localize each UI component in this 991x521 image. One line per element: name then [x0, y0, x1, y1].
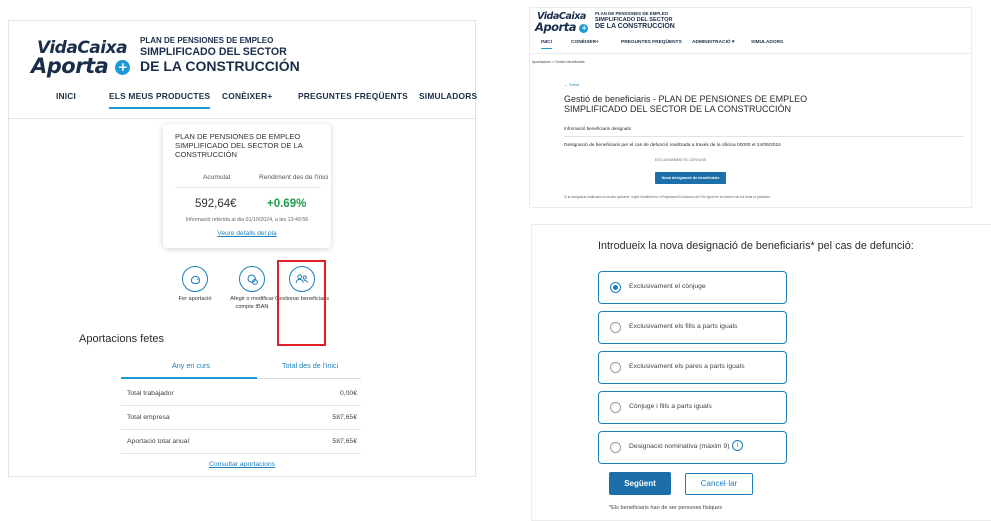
table-row: Total empresa 587,65€: [121, 408, 361, 430]
option-children-equal[interactable]: Exclusivament els fills a parts iguals: [598, 311, 787, 344]
table-row: Aportació total anual 587,65€: [121, 432, 361, 454]
option-spouse-only[interactable]: Exclusivament el cònjuge: [598, 271, 787, 304]
tab-divider: [257, 378, 361, 379]
accumulated-label: Acumulat: [203, 174, 231, 181]
row-value: 0,00€: [339, 390, 357, 397]
row-label: Total trabajador: [127, 390, 174, 397]
option-label: Exclusivament el cònjuge: [629, 283, 706, 290]
radio[interactable]: [610, 322, 621, 333]
option-label: Designació nominativa (màxim 9): [629, 443, 730, 450]
piggy-bank-icon: [182, 266, 208, 292]
form-title: Introdueix la nova designació de benefic…: [598, 240, 914, 252]
option-parents-equal[interactable]: Exclusivament els pares a parts iguals: [598, 351, 787, 384]
yield-value: +0.69%: [267, 198, 307, 210]
card-divider: [175, 187, 321, 188]
aporta-logo-text: Aporta +: [31, 54, 131, 78]
contributions-title: Aportacions fetes: [79, 333, 164, 345]
new-designation-button[interactable]: Nova designació de beneficiaris: [655, 172, 726, 184]
nav-coneixer[interactable]: CONÈIXER+: [571, 40, 599, 45]
option-spouse-children-equal[interactable]: Cònjuge i fills a parts iguals: [598, 391, 787, 424]
nav-inici[interactable]: INICI: [541, 40, 552, 49]
product-card-title: PLAN DE PENSIONES DE EMPLEO SIMPLIFICADO…: [175, 132, 303, 160]
cancel-button[interactable]: Cancel·lar: [685, 473, 753, 495]
option-nominative[interactable]: Designació nominativa (màxim 9) i: [598, 431, 787, 464]
bank-account-icon: [239, 266, 265, 292]
row-value: 587,65€: [332, 414, 357, 421]
beneficiaries-management-panel: VidaCaixa Aporta + PLAN DE PENSIONES DE …: [529, 7, 972, 208]
breadcrumb[interactable]: Aportacions > Gestió beneficiaris: [532, 60, 585, 64]
plan-title-line-1: PLAN DE PENSIONES DE EMPLEO: [140, 36, 274, 45]
nav-administracio[interactable]: ADMINISTRACIÓ ▾: [692, 40, 734, 45]
make-contribution-button[interactable]: Fer aportació: [165, 266, 225, 304]
consult-contributions-link[interactable]: Consultar aportacions: [9, 461, 475, 468]
option-label: Exclusivament els pares a parts iguals: [629, 363, 745, 370]
page-title: Gestió de beneficiaris - PLAN DE PENSION…: [564, 94, 808, 115]
accumulated-amount: 592,64€: [195, 198, 237, 210]
plan-title: PLAN DE PENSIONES DE EMPLEO SIMPLIFICADO…: [140, 36, 300, 74]
row-label: Aportació total anual: [127, 438, 189, 445]
nav-preguntes-frequents[interactable]: PREGUNTES FREQÜENTS: [621, 40, 682, 45]
nav-divider: [530, 53, 971, 54]
row-label: Total empresa: [127, 414, 170, 421]
plus-logo-icon: +: [115, 60, 131, 75]
active-tab-indicator: [121, 377, 257, 379]
info-icon[interactable]: i: [732, 440, 743, 451]
back-link[interactable]: ← Tornar: [564, 83, 580, 87]
new-designation-panel: Introdueix la nova designació de benefic…: [531, 224, 991, 521]
nav-divider: [9, 118, 475, 119]
designation-description: Designació de beneficiaris per el cas de…: [564, 143, 781, 148]
radio[interactable]: [610, 362, 621, 373]
row-value: 587,65€: [332, 438, 357, 445]
section-divider: [564, 136, 964, 137]
plan-title-small-line-3: DE LA CONSTRUCCIÓN: [595, 23, 675, 31]
next-button[interactable]: Següent: [609, 472, 671, 495]
table-row: Total trabajador 0,00€: [121, 384, 361, 406]
radio[interactable]: [610, 442, 621, 453]
view-plan-details-link[interactable]: Veure detalls del pla: [163, 230, 331, 237]
plus-logo-icon: +: [579, 24, 589, 33]
radio[interactable]: [610, 402, 621, 413]
designated-info-heading: Informació beneficiaris designats: [564, 126, 631, 131]
aporta-logo-word-small: Aporta: [535, 20, 576, 34]
current-designation-value: EXCLUSIVAMENT EL CÒNYUGE: [655, 158, 707, 162]
plan-title-line-3: DE LA CONSTRUCCIÓN: [140, 57, 300, 74]
footnote: *Els beneficiaris han de ser persones fí…: [609, 505, 723, 511]
tab-current-year[interactable]: Any en curs: [172, 361, 210, 370]
yield-label: Rendiment des de l'inici: [259, 174, 329, 181]
aporta-logo-text-small: Aporta +: [535, 20, 589, 34]
nav-els-meus-productes[interactable]: ELS MEUS PRODUCTES: [109, 91, 211, 109]
option-label: Exclusivament els fills a parts iguals: [629, 323, 738, 330]
nav-inici[interactable]: INICI: [56, 91, 76, 101]
highlight-box: [277, 260, 326, 346]
tab-total-since-start[interactable]: Total des de l'inici: [282, 361, 338, 370]
main-nav: INICI ELS MEUS PRODUCTES CONÈIXER+ PREGU…: [9, 87, 477, 121]
radio-selected[interactable]: [610, 282, 621, 293]
nav-preguntes-frequents[interactable]: PREGUNTES FREQÜENTS: [298, 91, 408, 101]
info-timestamp: Informació referida al dia 01/10/2024, a…: [185, 217, 309, 223]
nav-simuladors[interactable]: SIMULADORS: [751, 40, 783, 45]
product-card: PLAN DE PENSIONES DE EMPLEO SIMPLIFICADO…: [163, 124, 331, 248]
option-label: Cònjuge i fills a parts iguals: [629, 403, 712, 410]
plan-title-small: PLAN DE PENSIONES DE EMPLEO SIMPLIFICADO…: [595, 11, 675, 31]
nav-simuladors[interactable]: SIMULADORS: [419, 91, 477, 101]
footnote: Si la designació realitzada no resulta a…: [564, 195, 771, 199]
nav-coneixer[interactable]: CONÈIXER+: [222, 91, 272, 101]
aporta-logo-word: Aporta: [31, 54, 109, 78]
make-contribution-label: Fer aportació: [178, 296, 212, 302]
product-panel: VidaCaixa Aporta + PLAN DE PENSIONES DE …: [8, 20, 477, 477]
